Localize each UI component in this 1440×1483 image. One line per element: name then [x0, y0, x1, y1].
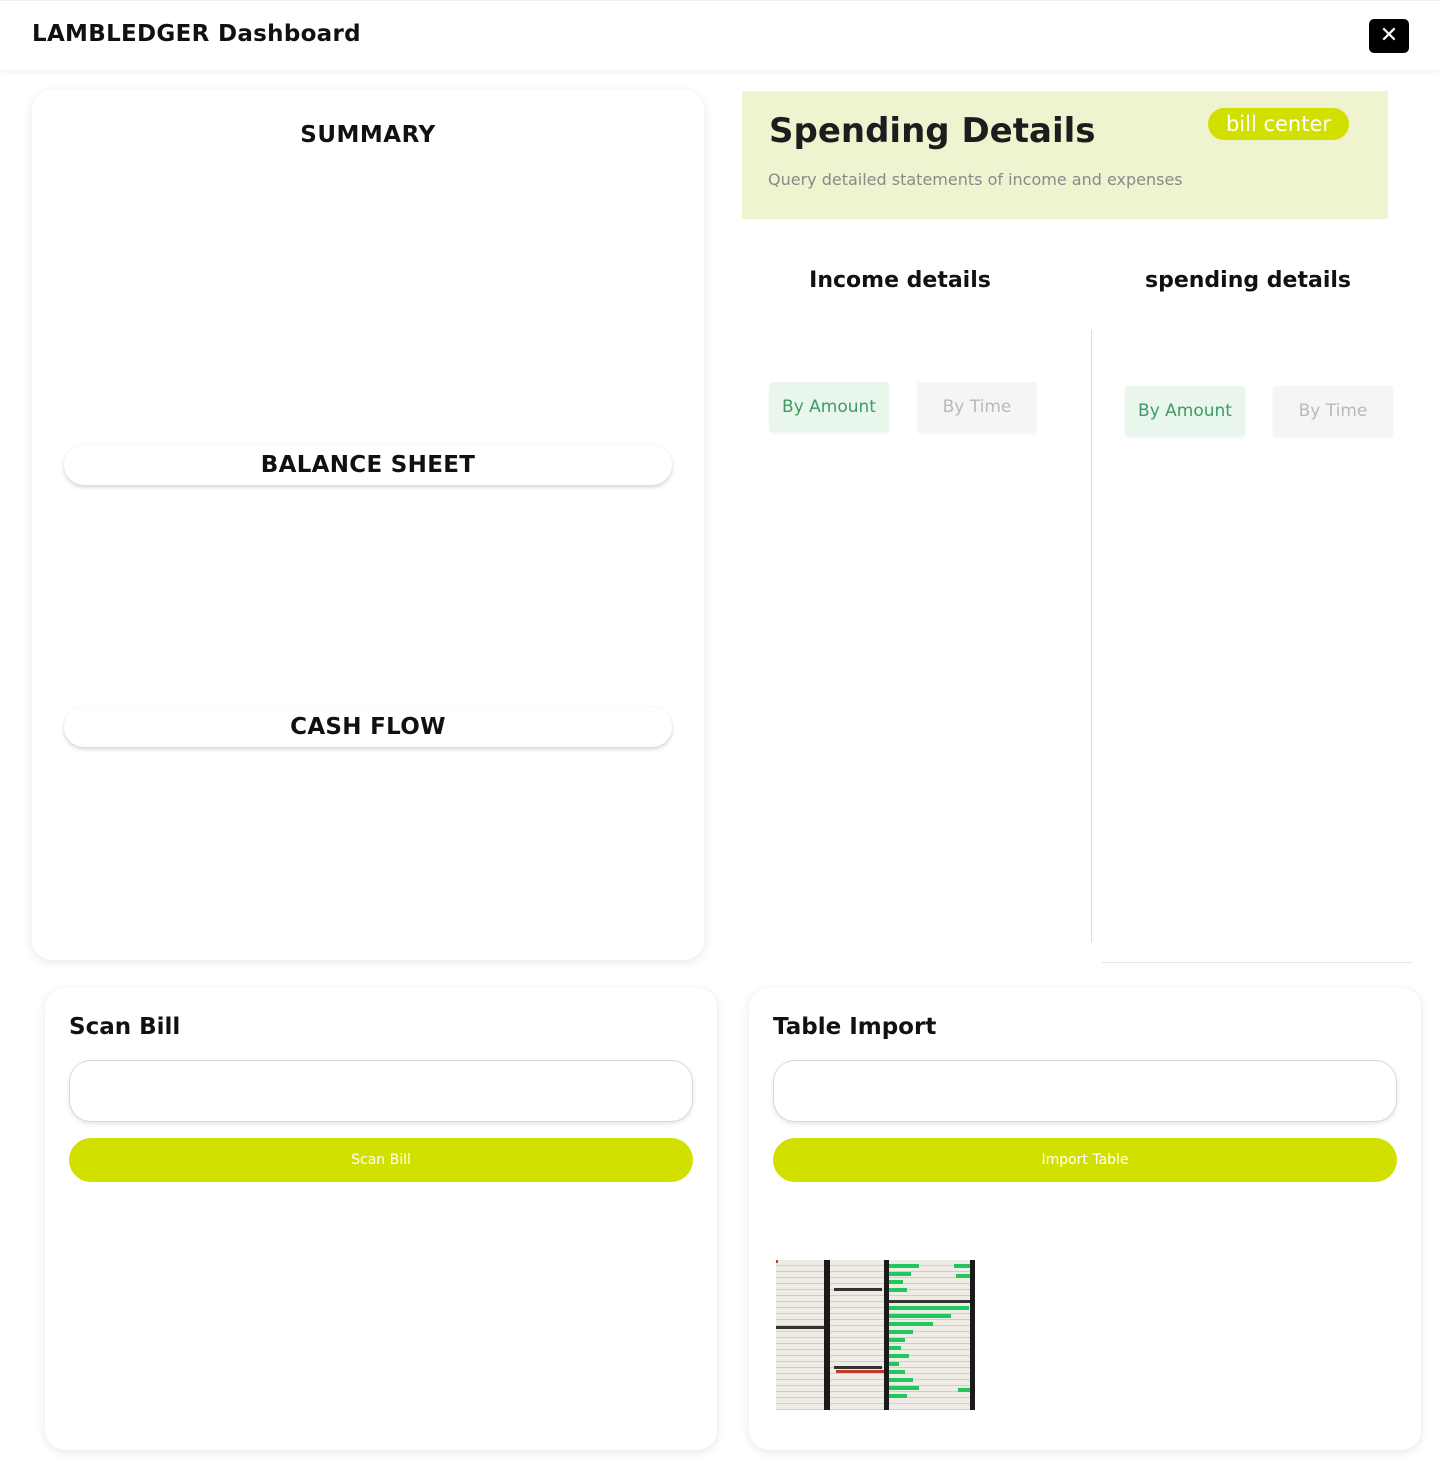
balance-sheet-header[interactable]: BALANCE SHEET: [64, 445, 672, 485]
import-table-button[interactable]: Import Table: [773, 1138, 1397, 1182]
spending-tab-by-amount[interactable]: By Amount: [1125, 386, 1245, 436]
column-divider: [1091, 330, 1092, 942]
summary-card: SUMMARY BALANCE SHEET CASH FLOW: [32, 90, 704, 960]
scan-bill-title: Scan Bill: [69, 1014, 181, 1040]
preview-bar: [889, 1362, 899, 1366]
preview-grid-lines: [776, 1260, 975, 1410]
preview-bar: [889, 1354, 909, 1358]
top-bar: LAMBLEDGER Dashboard ✕: [0, 0, 1440, 70]
preview-divider: [970, 1260, 975, 1410]
spending-panel-bottom-edge: [1102, 962, 1412, 963]
preview-divider: [776, 1326, 824, 1329]
bill-center-button[interactable]: bill center: [1208, 108, 1349, 140]
spending-details-subtitle: Query detailed statements of income and …: [768, 170, 1183, 189]
app-title: LAMBLEDGER Dashboard: [32, 21, 361, 47]
spending-details-title: Spending Details: [769, 111, 1096, 151]
preview-bar: [889, 1394, 907, 1398]
income-tab-by-amount[interactable]: By Amount: [769, 382, 889, 432]
preview-bar: [889, 1280, 903, 1284]
scan-bill-file-input[interactable]: [69, 1060, 693, 1122]
scan-bill-card: Scan Bill Scan Bill: [45, 988, 717, 1450]
table-import-title: Table Import: [773, 1014, 937, 1040]
preview-bar: [889, 1346, 901, 1350]
preview-bar: [889, 1288, 907, 1292]
preview-bar: [889, 1314, 951, 1318]
close-icon: ✕: [1379, 23, 1399, 48]
spending-details-banner: Spending Details Query detailed statemen…: [742, 91, 1388, 219]
cash-flow-header[interactable]: CASH FLOW: [64, 707, 672, 747]
preview-divider: [834, 1366, 882, 1369]
preview-bar: [889, 1306, 969, 1310]
preview-bar: [958, 1388, 970, 1392]
spending-details-heading: spending details: [1145, 268, 1351, 293]
preview-bar: [889, 1330, 913, 1334]
preview-bar: [889, 1322, 933, 1326]
income-details-heading: Income details: [809, 268, 991, 293]
preview-bar: [889, 1272, 911, 1276]
scan-bill-button[interactable]: Scan Bill: [69, 1138, 693, 1182]
imported-table-preview: [776, 1260, 975, 1410]
preview-bar: [889, 1338, 905, 1342]
preview-red-marker: [776, 1260, 778, 1263]
preview-bar: [889, 1386, 919, 1390]
preview-divider: [889, 1300, 970, 1303]
preview-bar: [889, 1378, 913, 1382]
table-import-file-input[interactable]: [773, 1060, 1397, 1122]
spending-tab-by-time[interactable]: By Time: [1273, 386, 1393, 436]
preview-divider: [824, 1260, 830, 1410]
preview-divider: [834, 1288, 882, 1291]
income-tab-by-time[interactable]: By Time: [917, 382, 1037, 432]
preview-bar: [889, 1370, 905, 1374]
preview-bar: [956, 1274, 970, 1278]
preview-red-marker: [836, 1370, 884, 1373]
preview-bar: [889, 1264, 919, 1268]
close-button[interactable]: ✕: [1369, 19, 1409, 53]
preview-bar: [954, 1264, 970, 1268]
summary-title: SUMMARY: [300, 122, 436, 148]
